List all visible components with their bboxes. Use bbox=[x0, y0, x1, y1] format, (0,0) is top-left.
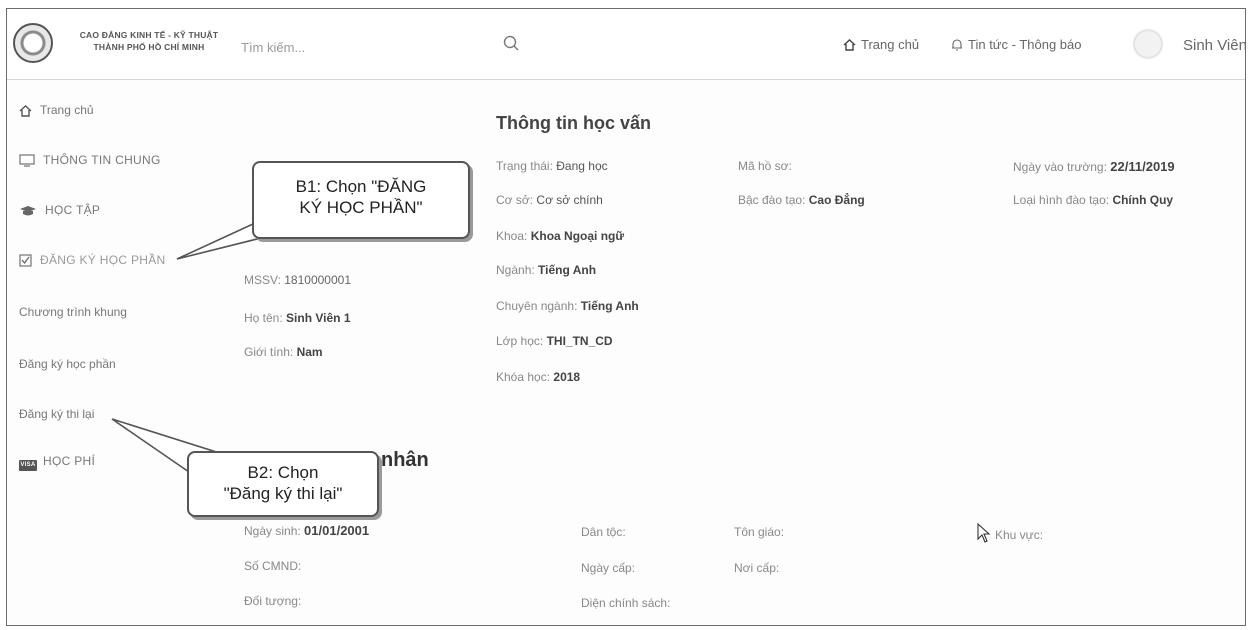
callout-step1-line1: B1: Chọn "ĐĂNG bbox=[295, 177, 427, 196]
callout-pointers bbox=[111, 223, 267, 473]
callout-step2-line1: B2: Chọn bbox=[247, 463, 319, 482]
callout-step2: B2: Chọn "Đăng ký thi lại" bbox=[187, 451, 379, 517]
callout-step1-line2: KÝ HỌC PHẦN" bbox=[299, 198, 423, 217]
callout-step2-line2: "Đăng ký thi lại" bbox=[223, 484, 343, 503]
callout-step1: B1: Chọn "ĐĂNG KÝ HỌC PHẦN" bbox=[252, 161, 470, 239]
page-frame: CAO ĐẲNG KINH TẾ - KỸ THUẬT THÀNH PHỐ HỒ… bbox=[6, 8, 1246, 626]
